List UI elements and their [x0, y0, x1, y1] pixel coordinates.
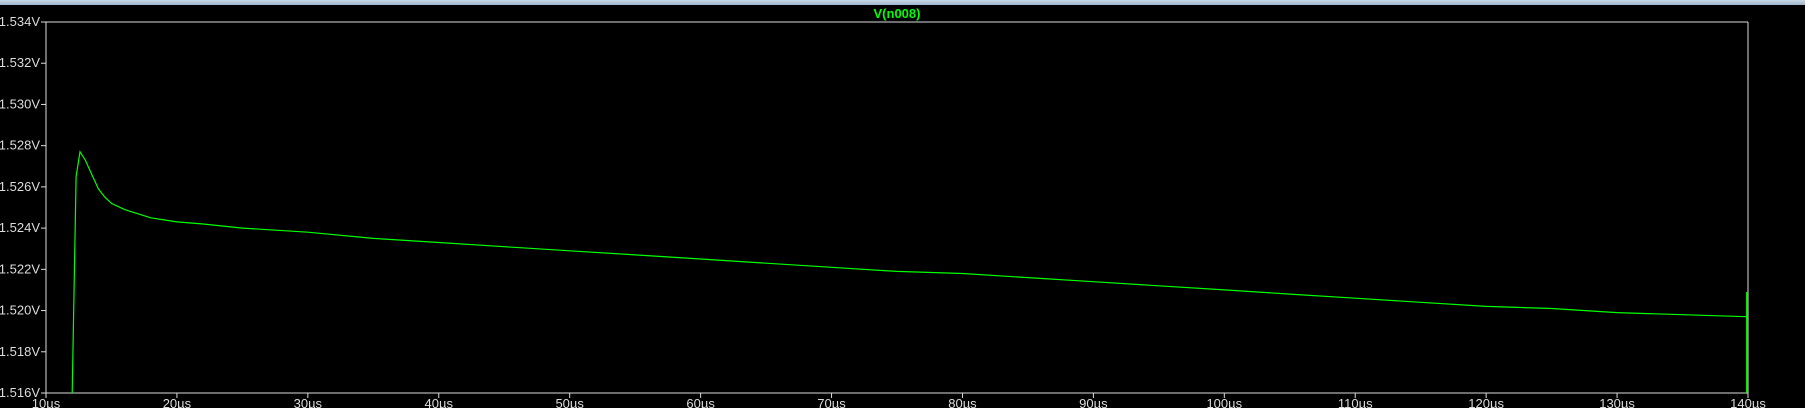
y-tick-label: 1.522V: [0, 261, 40, 276]
x-tick-label: 110µs: [1338, 396, 1373, 408]
waveform-plot[interactable]: 1.534V 1.532V 1.530V 1.528V 1.526V 1.524V 1.52…: [0, 0, 1805, 408]
y-tick-label: 1.528V: [0, 138, 40, 153]
y-tick-label: 1.532V: [0, 55, 40, 70]
x-tick-label: 120µs: [1468, 396, 1504, 408]
x-tick-label: 90µs: [1079, 396, 1108, 408]
y-tick-label: 1.524V: [0, 220, 40, 235]
x-tick-label: 10µs: [32, 396, 61, 408]
x-tick-label: 60µs: [686, 396, 715, 408]
x-tick-label: 130µs: [1599, 396, 1635, 408]
trace-label-v-n008[interactable]: V(n008): [874, 6, 921, 21]
y-tick-label: 1.534V: [0, 14, 40, 29]
x-tick-label: 140µs: [1730, 396, 1766, 408]
y-tick-label: 1.526V: [0, 179, 40, 194]
x-tick-label: 70µs: [817, 396, 846, 408]
waveform-viewer: 1.534V 1.532V 1.530V 1.528V 1.526V 1.524V 1.52…: [0, 0, 1805, 408]
x-tick-label: 30µs: [294, 396, 323, 408]
y-tick-label: 1.518V: [0, 344, 40, 359]
x-tick-label: 80µs: [948, 396, 977, 408]
y-tick-label: 1.520V: [0, 303, 40, 318]
x-tick-label: 100µs: [1206, 396, 1242, 408]
y-tick-label: 1.530V: [0, 96, 40, 111]
x-tick-label: 40µs: [425, 396, 454, 408]
trace-line-v-n008: [71, 150, 1747, 394]
x-tick-label: 20µs: [163, 396, 192, 408]
x-tick-label: 50µs: [555, 396, 584, 408]
